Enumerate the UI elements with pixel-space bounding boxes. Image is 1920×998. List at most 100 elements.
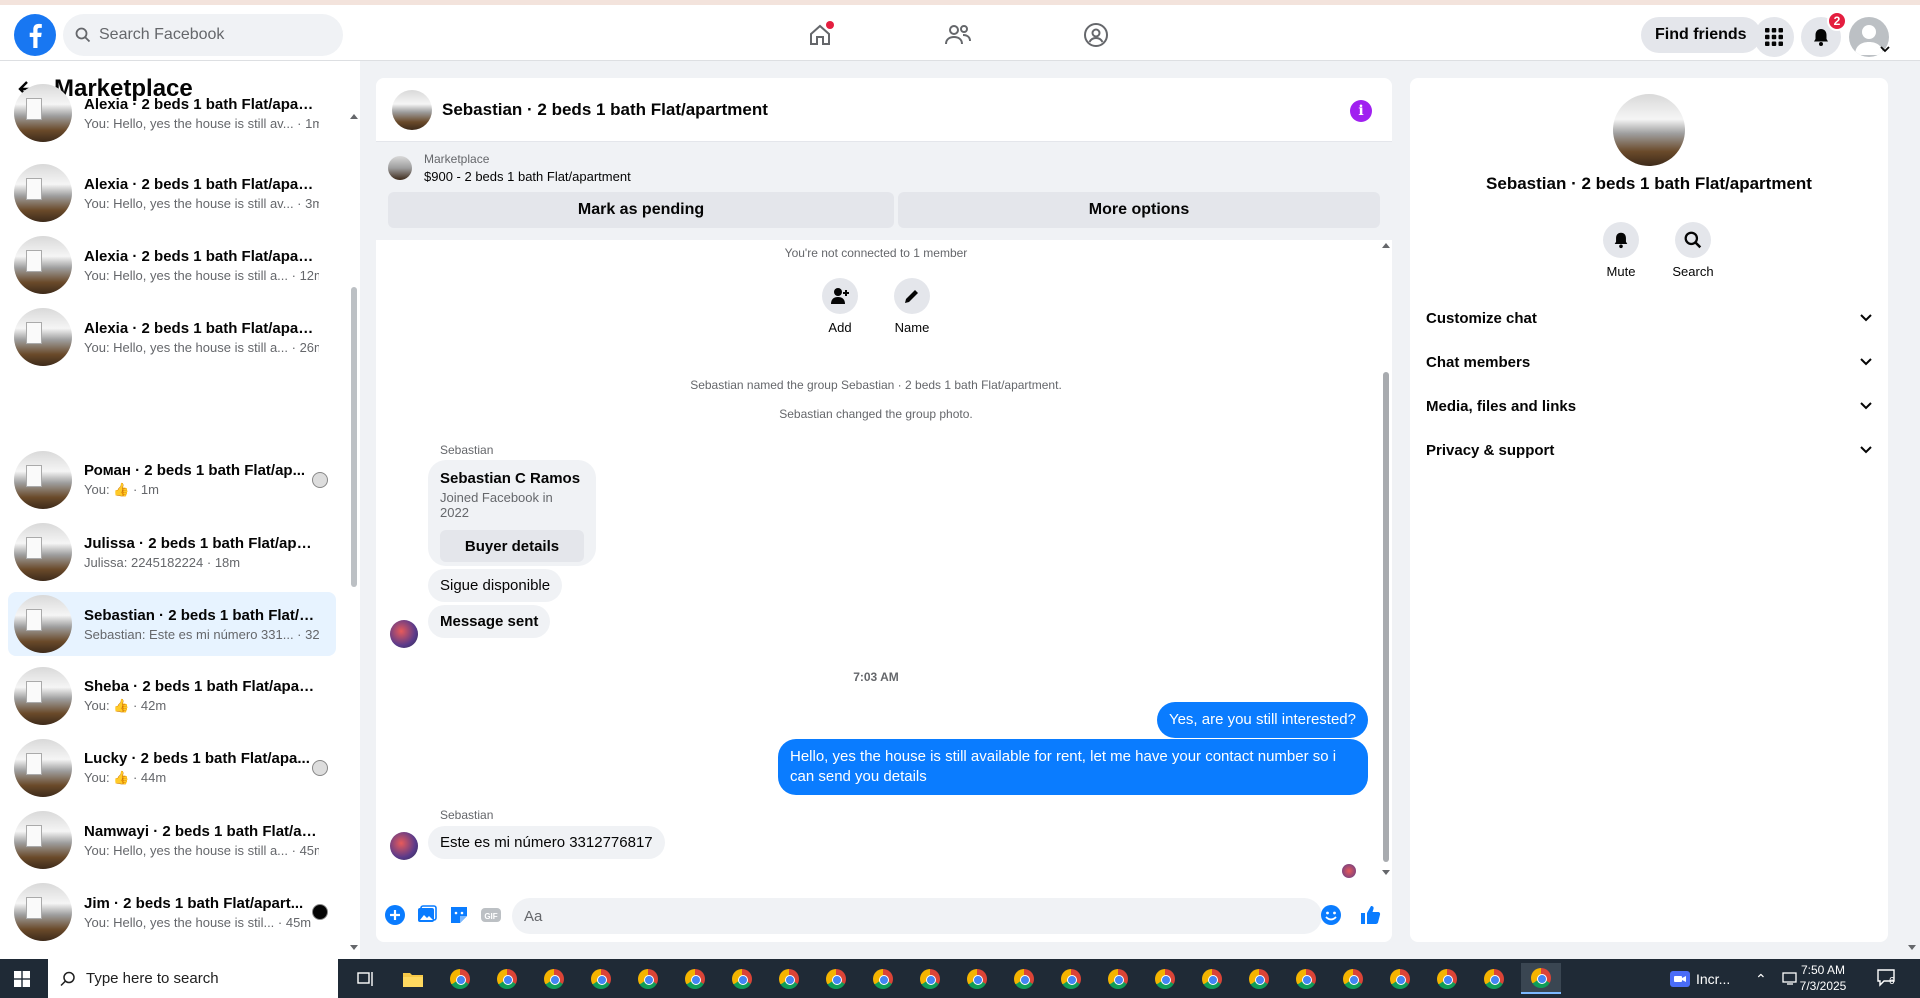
sticker-icon[interactable] xyxy=(448,904,470,926)
inbox-scroll-thumb[interactable] xyxy=(351,287,357,587)
task-view-icon[interactable] xyxy=(346,963,386,994)
gif-icon[interactable]: GIF xyxy=(480,904,502,926)
conversation-item[interactable]: Alexia · 2 beds 1 bath Flat/apart... You:… xyxy=(8,233,336,297)
chat-scroll-thumb[interactable] xyxy=(1383,372,1389,862)
chat-title[interactable]: Sebastian · 2 beds 1 bath Flat/apartment xyxy=(442,100,768,120)
scroll-up-icon[interactable] xyxy=(1382,242,1390,248)
mute-action[interactable]: Mute xyxy=(1591,222,1651,279)
home-tab[interactable] xyxy=(780,13,860,57)
system-tray[interactable]: ⌃ xyxy=(1755,971,1767,988)
chrome-app-icon[interactable] xyxy=(1239,963,1279,994)
plus-circle-icon[interactable] xyxy=(384,904,406,926)
chrome-app-icon[interactable] xyxy=(722,963,762,994)
chrome-app-icon[interactable] xyxy=(1380,963,1420,994)
chrome-app-icon[interactable] xyxy=(910,963,950,994)
inbox-scrollbar[interactable] xyxy=(349,61,359,959)
chrome-app-icon[interactable] xyxy=(1286,963,1326,994)
listing-price[interactable]: $900 - 2 beds 1 bath Flat/apartment xyxy=(424,169,631,184)
chrome-app-icon[interactable] xyxy=(863,963,903,994)
taskbar-apps xyxy=(346,963,1561,994)
page-scrollbar[interactable] xyxy=(1904,61,1920,959)
chrome-app-icon[interactable] xyxy=(487,963,527,994)
add-member-action[interactable]: Add xyxy=(810,278,870,335)
find-friends-button[interactable]: Find friends xyxy=(1641,17,1761,53)
conversation-photo[interactable] xyxy=(1613,94,1685,166)
conversation-item[interactable]: Alexia · 2 beds 1 bath Flat/apart... You:… xyxy=(8,305,336,369)
chrome-app-icon[interactable] xyxy=(440,963,480,994)
chrome-app-icon[interactable] xyxy=(1427,963,1467,994)
scroll-down-icon[interactable] xyxy=(350,945,358,951)
action-center-count: 6 xyxy=(1889,976,1895,987)
taskbar-clock[interactable]: 7:50 AM 7/3/2025 xyxy=(1788,962,1858,994)
conversation-details-panel: Sebastian · 2 beds 1 bath Flat/apartment… xyxy=(1410,78,1888,942)
conversation-item[interactable]: Lucky · 2 beds 1 bath Flat/apa... You: 👍 … xyxy=(8,736,336,800)
photo-icon[interactable] xyxy=(416,904,438,926)
chrome-app-icon[interactable] xyxy=(628,963,668,994)
facebook-logo-icon[interactable] xyxy=(14,14,56,56)
facebook-search-input[interactable]: Search Facebook xyxy=(63,14,343,56)
emoji-icon[interactable] xyxy=(1320,904,1342,926)
conversation-item[interactable]: Namwayi · 2 beds 1 bath Flat/ap... You: H… xyxy=(8,808,336,872)
chrome-app-icon[interactable] xyxy=(1098,963,1138,994)
search-icon xyxy=(75,27,91,43)
chat-members-row[interactable]: Chat members xyxy=(1426,344,1872,380)
message-input[interactable]: Aa xyxy=(512,898,1322,934)
conversation-title: Sebastian · 2 beds 1 bath Flat/ap... xyxy=(84,606,319,624)
friends-tab[interactable] xyxy=(918,13,998,57)
chrome-app-icon[interactable] xyxy=(534,963,574,994)
sender-avatar[interactable] xyxy=(390,832,418,860)
groups-tab[interactable] xyxy=(1056,13,1136,57)
file-explorer-icon[interactable] xyxy=(393,963,433,994)
media-files-row[interactable]: Media, files and links xyxy=(1426,388,1872,424)
menu-button[interactable] xyxy=(1754,17,1794,57)
outgoing-message[interactable]: Hello, yes the house is still available … xyxy=(778,739,1368,795)
name-group-action[interactable]: Name xyxy=(882,278,942,335)
clock-time: 7:50 AM xyxy=(1800,963,1846,977)
chrome-app-icon[interactable] xyxy=(1192,963,1232,994)
chrome-app-icon-active[interactable] xyxy=(1521,963,1561,994)
thumbs-up-icon[interactable] xyxy=(1359,904,1381,926)
conversation-item[interactable]: Alexia · 2 beds 1 bath Flat/apart... You:… xyxy=(8,84,336,142)
tray-chevron-icon[interactable]: ⌃ xyxy=(1755,971,1767,987)
chrome-app-icon[interactable] xyxy=(769,963,809,994)
account-chevron-icon[interactable] xyxy=(1880,45,1890,53)
conversation-item[interactable]: Роман · 2 beds 1 bath Flat/ap... You: 👍 ·… xyxy=(8,448,336,512)
chrome-app-icon[interactable] xyxy=(1051,963,1091,994)
chrome-app-icon[interactable] xyxy=(1004,963,1044,994)
conversation-item-active[interactable]: Sebastian · 2 beds 1 bath Flat/ap... Seba… xyxy=(8,592,336,656)
chat-scrollbar[interactable] xyxy=(1380,242,1392,882)
sender-avatar[interactable] xyxy=(390,620,418,648)
windows-start-icon[interactable] xyxy=(14,971,30,987)
chrome-app-icon[interactable] xyxy=(581,963,621,994)
conversation-item[interactable]: Sheba · 2 beds 1 bath Flat/apart... You: … xyxy=(8,664,336,728)
info-icon[interactable]: i xyxy=(1350,100,1372,122)
more-options-button[interactable]: More options xyxy=(898,192,1380,228)
chrome-app-icon[interactable] xyxy=(1474,963,1514,994)
chrome-app-icon[interactable] xyxy=(1145,963,1185,994)
search-action[interactable]: Search xyxy=(1663,222,1723,279)
scroll-up-icon[interactable] xyxy=(350,113,358,119)
mark-pending-button[interactable]: Mark as pending xyxy=(388,192,894,228)
action-center-button[interactable]: 6 xyxy=(1876,968,1898,988)
conversation-item[interactable]: Jim · 2 beds 1 bath Flat/apart... You: He… xyxy=(8,880,336,944)
incoming-message[interactable]: Este es mi número 3312776817 xyxy=(428,826,665,859)
incoming-message[interactable]: Sigue disponible xyxy=(428,569,563,602)
chrome-app-icon[interactable] xyxy=(675,963,715,994)
chrome-app-icon[interactable] xyxy=(816,963,856,994)
incoming-message[interactable]: Message sent xyxy=(428,605,551,638)
conversation-item[interactable]: Alexia · 2 beds 1 bath Flat/apart... You:… xyxy=(8,161,336,225)
chrome-app-icon[interactable] xyxy=(957,963,997,994)
scroll-down-icon[interactable] xyxy=(1382,870,1390,876)
taskbar-search-input[interactable]: Type here to search xyxy=(48,959,338,998)
outgoing-message[interactable]: Yes, are you still interested? xyxy=(1156,702,1368,738)
privacy-support-row[interactable]: Privacy & support xyxy=(1426,432,1872,468)
customize-chat-row[interactable]: Customize chat xyxy=(1426,300,1872,336)
buyer-details-button[interactable]: Buyer details xyxy=(440,530,584,562)
main-nav xyxy=(780,13,1136,57)
zoom-app[interactable]: Incr... xyxy=(1670,959,1730,998)
conversation-item[interactable]: Julissa · 2 beds 1 bath Flat/apart... Jul… xyxy=(8,520,336,584)
notifications-button[interactable]: 2 xyxy=(1801,11,1847,57)
scroll-down-icon[interactable] xyxy=(1908,945,1916,951)
chrome-app-icon[interactable] xyxy=(1333,963,1373,994)
chat-thumbnail[interactable] xyxy=(392,89,432,130)
